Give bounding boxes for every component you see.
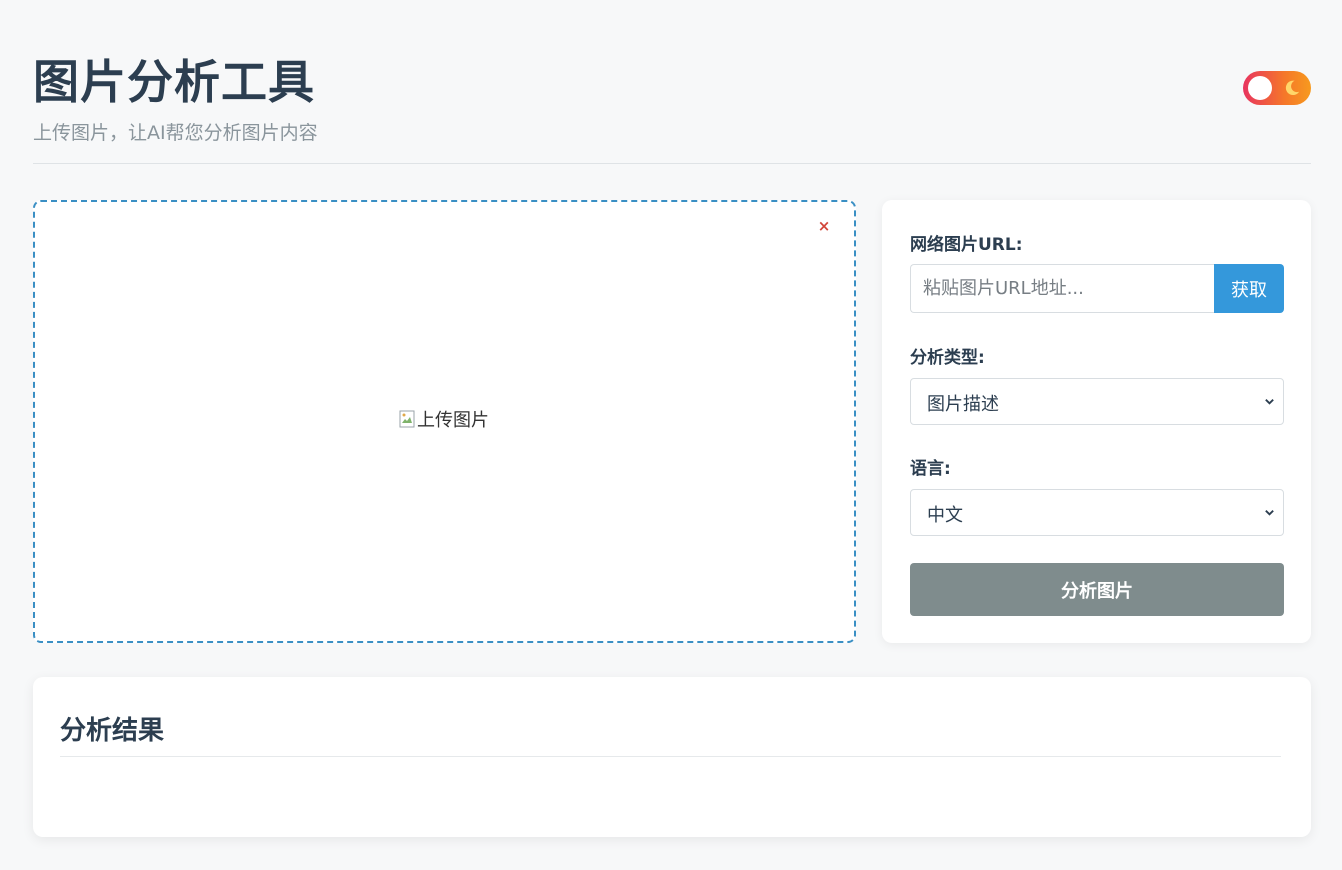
url-input-group: 获取 (910, 264, 1284, 313)
divider (60, 756, 1281, 757)
control-panel: 网络图片URL: 获取 分析类型: 图片描述 语言: 中文 分析图片 (882, 200, 1311, 643)
url-label: 网络图片URL: (910, 235, 1023, 255)
language-select[interactable]: 中文 (910, 489, 1284, 536)
image-alt-text: 上传图片 (417, 410, 489, 431)
moon-icon (1285, 80, 1300, 96)
analyze-image-button[interactable]: 分析图片 (910, 563, 1284, 616)
results-panel: 分析结果 (33, 677, 1311, 837)
image-url-input[interactable] (910, 264, 1215, 313)
image-upload-area[interactable]: × 上传图片 (33, 200, 856, 643)
language-value: 中文 (927, 505, 963, 526)
remove-image-button[interactable]: × (816, 218, 832, 234)
results-title: 分析结果 (60, 716, 165, 746)
results-content (60, 769, 1281, 819)
analysis-type-value: 图片描述 (927, 394, 999, 415)
page-subtitle: 上传图片，让AI帮您分析图片内容 (33, 122, 318, 144)
toggle-knob (1248, 76, 1272, 100)
theme-toggle[interactable] (1243, 71, 1311, 105)
chevron-down-icon (1265, 510, 1274, 516)
page: 图片分析工具 上传图片，让AI帮您分析图片内容 × 上传图片 网络图片URL: … (0, 0, 1342, 870)
analysis-type-select[interactable]: 图片描述 (910, 378, 1284, 425)
chevron-down-icon (1265, 399, 1274, 405)
analysis-type-label: 分析类型: (910, 348, 985, 368)
header: 图片分析工具 上传图片，让AI帮您分析图片内容 (33, 40, 1311, 164)
fetch-button[interactable]: 获取 (1214, 264, 1284, 313)
uploaded-image-preview: 上传图片 (399, 407, 489, 431)
language-label: 语言: (910, 459, 951, 479)
page-title: 图片分析工具 (33, 55, 315, 109)
broken-image-icon (399, 410, 415, 428)
